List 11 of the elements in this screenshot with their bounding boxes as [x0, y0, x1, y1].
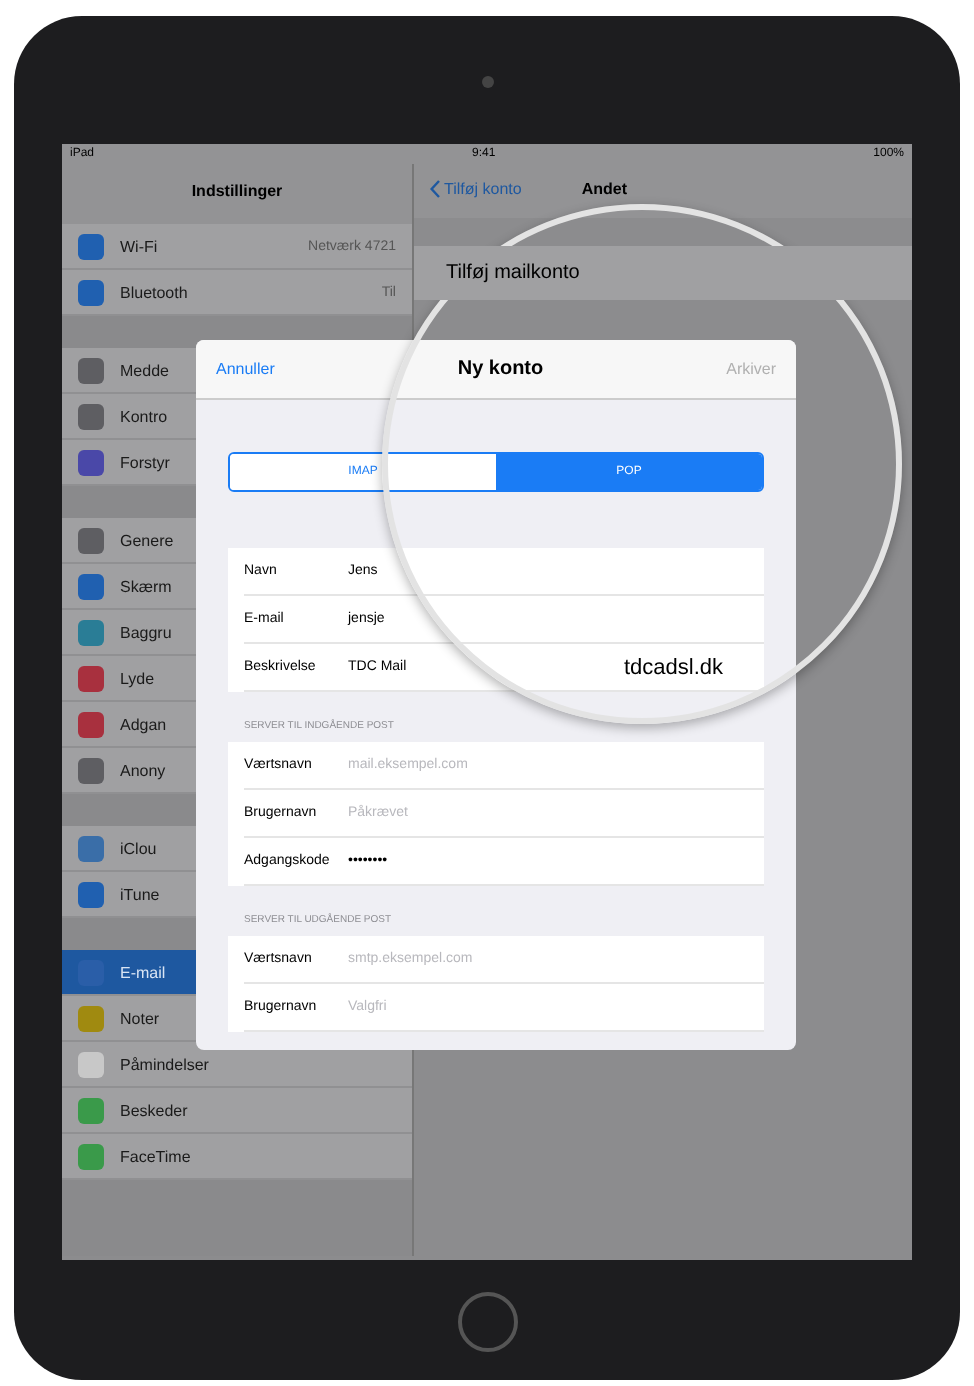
- dialog-title: Ny konto: [457, 358, 544, 380]
- sidebar-item[interactable]: FaceTime: [62, 1134, 412, 1180]
- camera-icon: [481, 76, 493, 88]
- detail-title: Andet: [581, 180, 627, 198]
- sidebar-item[interactable]: Beskeder: [62, 1088, 412, 1134]
- home-button[interactable]: [457, 1292, 517, 1352]
- back-chevron-icon: [430, 180, 440, 198]
- cancel-button[interactable]: Annuller: [212, 356, 279, 382]
- sidebar-title: Indstillinger: [62, 164, 412, 224]
- magnified-text: tdcadsl.dk: [624, 656, 724, 680]
- add-account-row[interactable]: Tilføj mailkonto: [414, 246, 912, 300]
